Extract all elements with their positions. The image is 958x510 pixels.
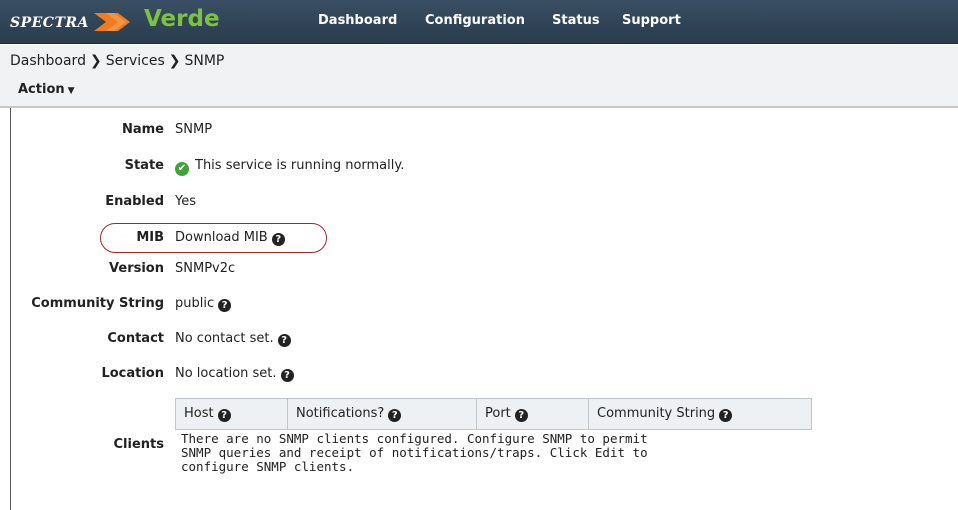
detail-row-version: Version SNMPv2c: [0, 261, 958, 283]
logo-spectra-text: SPECTRA: [10, 15, 89, 31]
mib-value-container: Download MIB?: [175, 230, 285, 246]
clients-table-header-row: Host? Notifications?? Port? Community St…: [175, 398, 812, 430]
detail-row-contact: Contact No contact set.?: [0, 331, 958, 353]
version-value: SNMPv2c: [175, 261, 236, 276]
community-string-label: Community String: [31, 296, 164, 311]
logo-arrow-icon: [94, 13, 130, 31]
column-header-port-label: Port: [485, 406, 511, 421]
detail-row-community-string: Community String public?: [0, 296, 958, 318]
name-label: Name: [121, 122, 164, 137]
clients-empty-message: There are no SNMP clients configured. Co…: [181, 431, 648, 474]
name-value: SNMP: [175, 122, 213, 137]
breadcrumb-services[interactable]: Services: [106, 53, 165, 69]
contact-value-container: No contact set.?: [175, 331, 291, 347]
contact-label: Contact: [107, 331, 164, 346]
column-header-community-string-label: Community String: [597, 406, 716, 421]
breadcrumb-dashboard[interactable]: Dashboard: [10, 53, 86, 69]
location-value: No location set.: [175, 366, 277, 381]
community-string-value-container: public?: [175, 296, 232, 312]
state-value: This service is running normally.: [195, 158, 405, 173]
location-label: Location: [101, 366, 164, 381]
state-value-container: ✔ This service is running normally.: [175, 158, 404, 176]
detail-row-enabled: Enabled Yes: [0, 194, 958, 216]
download-mib-link[interactable]: Download MIB: [175, 230, 268, 245]
community-string-value: public: [175, 296, 215, 311]
detail-row-name: Name SNMP: [0, 122, 958, 144]
location-value-container: No location set.?: [175, 366, 294, 382]
help-icon[interactable]: ?: [514, 409, 528, 422]
nav-dashboard[interactable]: Dashboard: [318, 13, 397, 28]
help-icon[interactable]: ?: [277, 334, 291, 347]
column-header-notifications-label: Notifications?: [296, 406, 385, 421]
column-header-notifications[interactable]: Notifications??: [287, 398, 477, 430]
column-header-host[interactable]: Host?: [175, 398, 288, 430]
clients-label: Clients: [113, 437, 164, 452]
version-label: Version: [109, 261, 164, 276]
nav-status[interactable]: Status: [552, 13, 600, 28]
logo-verde-text: Verde: [144, 6, 220, 32]
help-icon[interactable]: ?: [271, 233, 285, 246]
enabled-label: Enabled: [105, 194, 164, 209]
column-header-host-label: Host: [184, 406, 214, 421]
detail-row-state: State ✔ This service is running normally.: [0, 158, 958, 180]
detail-row-location: Location No location set.?: [0, 366, 958, 388]
help-icon[interactable]: ?: [388, 409, 402, 422]
check-circle-icon: ✔: [175, 162, 189, 176]
clients-table: Host? Notifications?? Port? Community St…: [175, 398, 812, 430]
help-icon[interactable]: ?: [719, 409, 733, 422]
action-menu-label: Action: [18, 82, 65, 97]
nav-support[interactable]: Support: [622, 13, 681, 28]
contact-value: No contact set.: [175, 331, 274, 346]
action-menu-button[interactable]: Action ▼: [18, 82, 75, 97]
spectra-verde-logo[interactable]: SPECTRA Verde: [6, 6, 256, 38]
enabled-value: Yes: [175, 194, 196, 209]
column-header-port[interactable]: Port?: [476, 398, 589, 430]
column-header-community-string[interactable]: Community String?: [588, 398, 812, 430]
breadcrumb-separator: ❯: [168, 53, 181, 69]
help-icon[interactable]: ?: [218, 299, 232, 312]
page-header: Dashboard ❯ Services ❯ SNMP Action ▼: [0, 45, 958, 108]
chevron-down-icon: ▼: [67, 86, 75, 96]
help-icon[interactable]: ?: [217, 409, 231, 422]
nav-configuration[interactable]: Configuration: [425, 13, 525, 28]
breadcrumb: Dashboard ❯ Services ❯ SNMP: [10, 53, 224, 69]
state-label: State: [124, 158, 164, 173]
detail-row-mib: MIB Download MIB?: [0, 230, 958, 252]
top-navigation-bar: SPECTRA Verde Dashboard Configuration St…: [0, 0, 958, 44]
mib-label: MIB: [136, 230, 164, 245]
help-icon[interactable]: ?: [280, 369, 294, 382]
breadcrumb-snmp: SNMP: [184, 53, 225, 69]
breadcrumb-separator: ❯: [89, 53, 102, 69]
